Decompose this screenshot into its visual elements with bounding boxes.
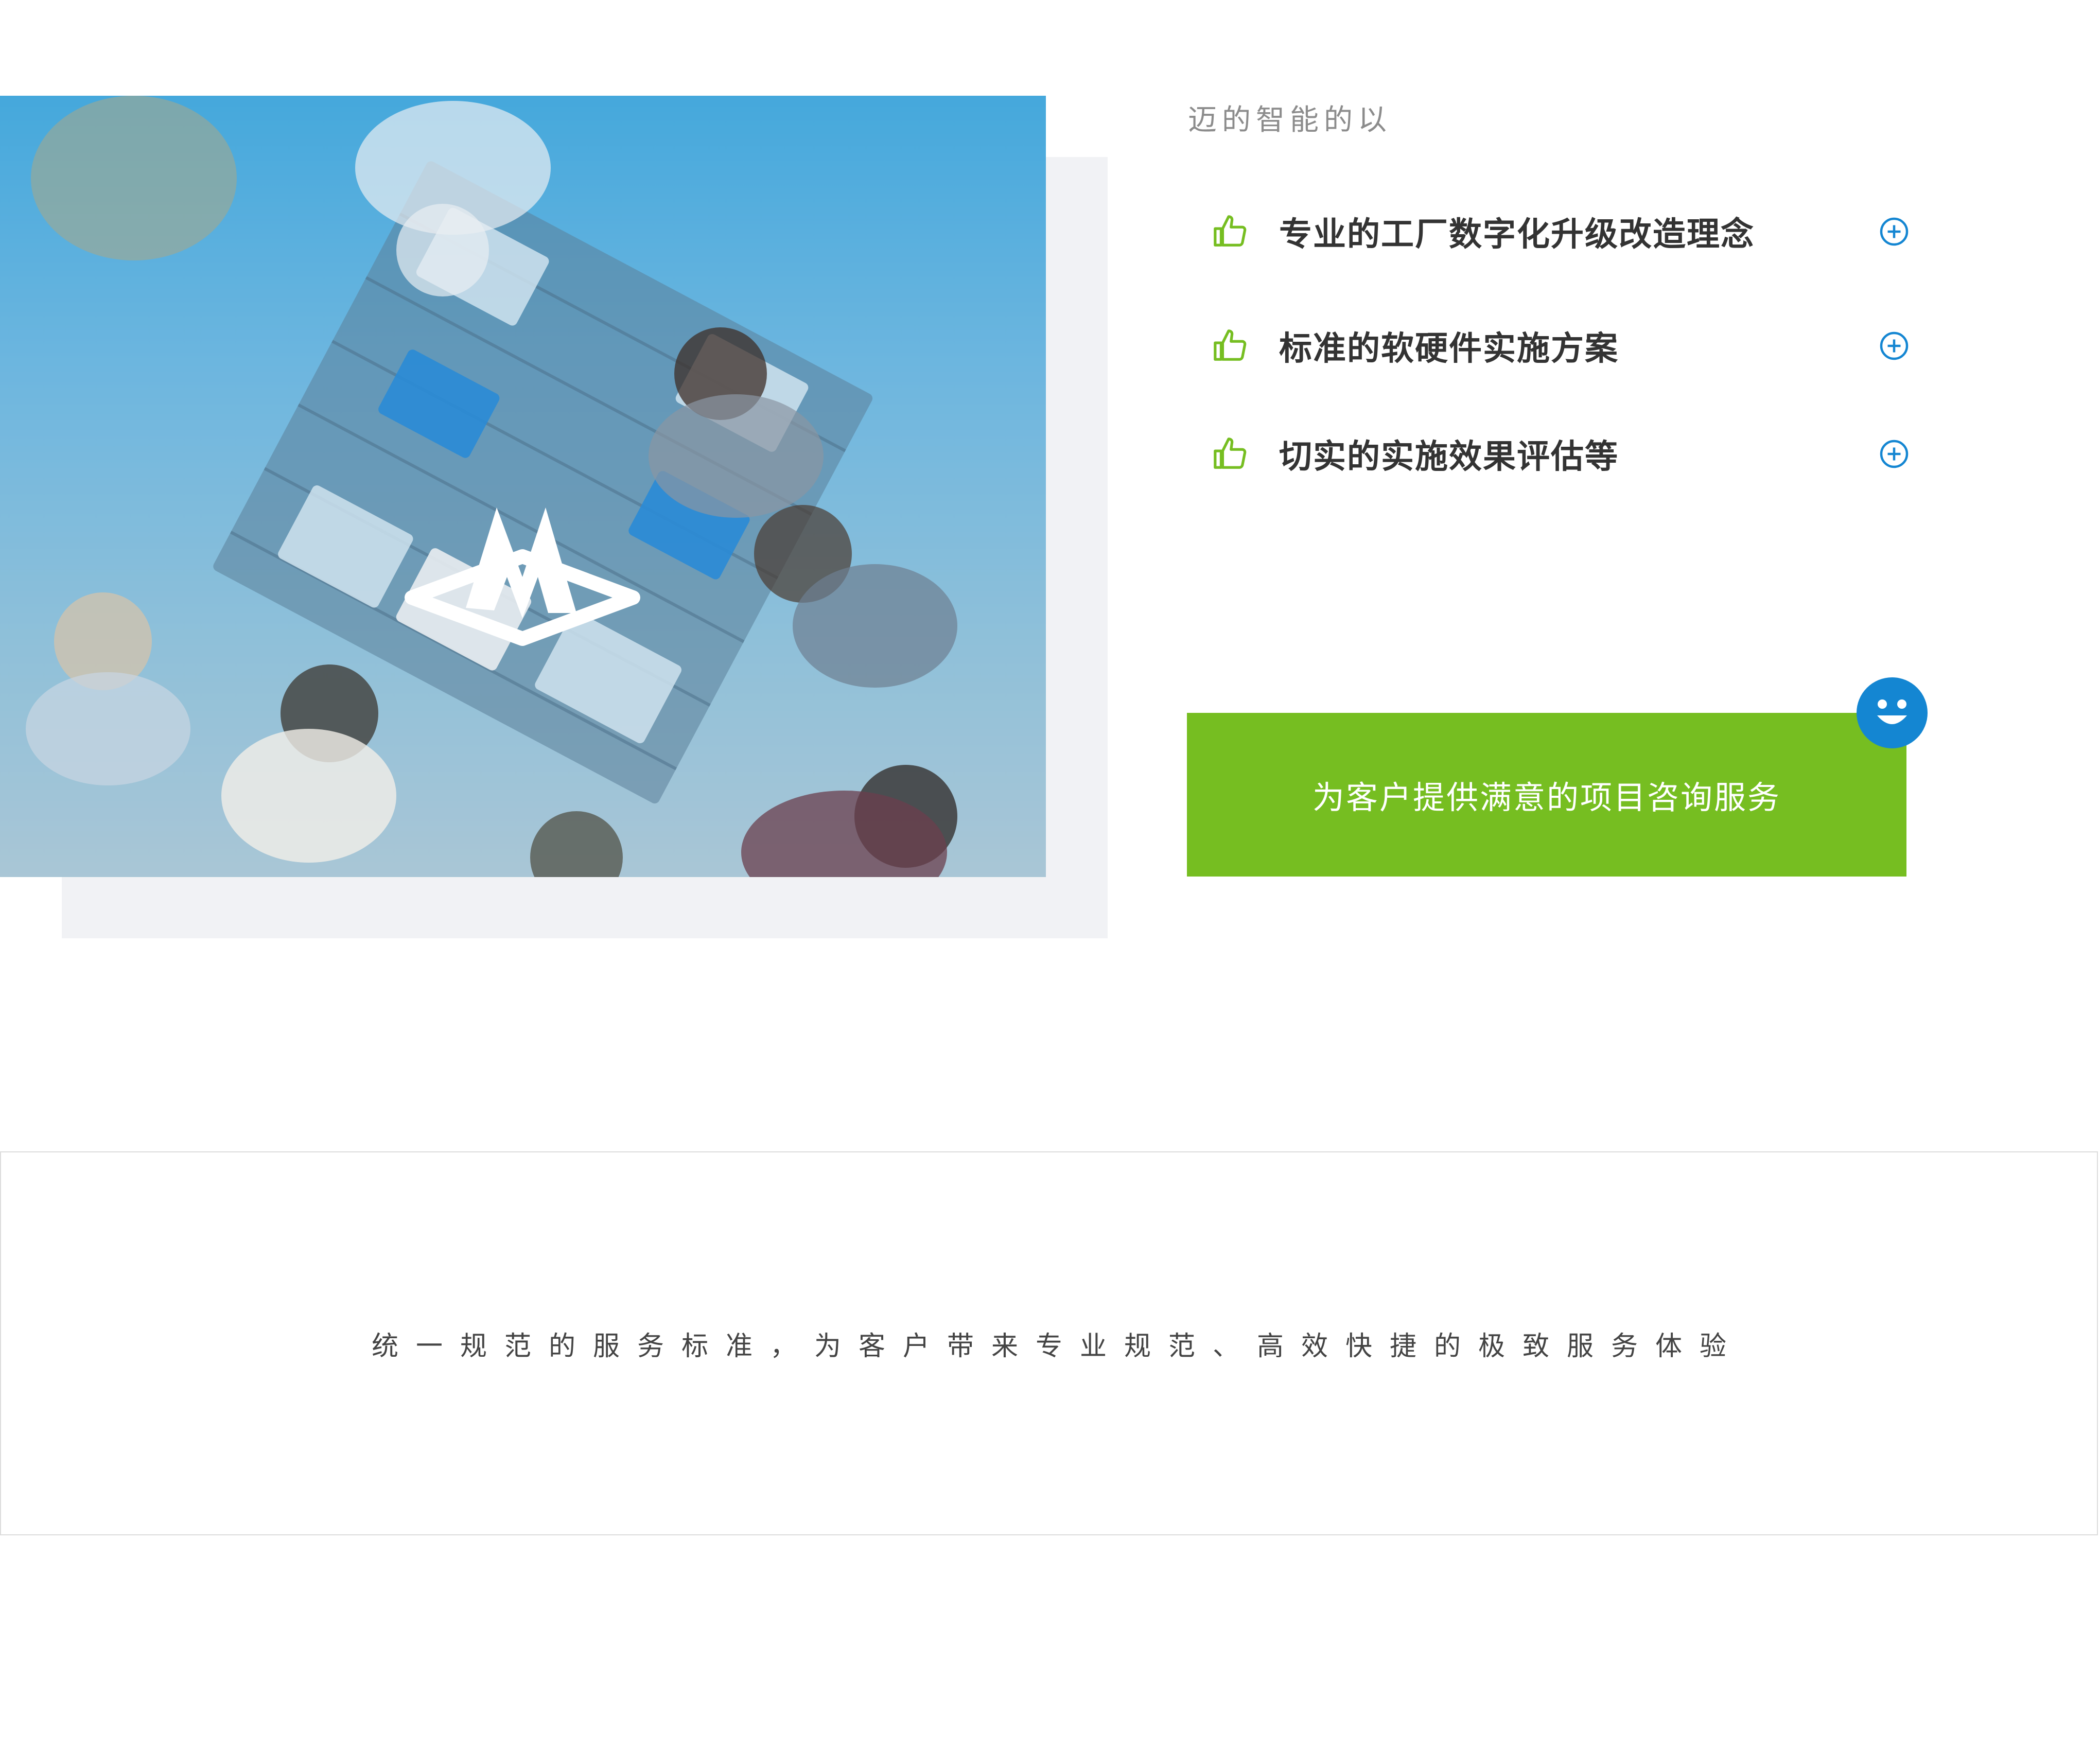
plus-circle-icon[interactable] bbox=[1879, 216, 1910, 247]
slogan-panel: 统一规范的服务标准，为客户带来专业规范、高效快捷的极致服务体验 bbox=[0, 1151, 2098, 1535]
slogan-text: 统一规范的服务标准，为客户带来专业规范、高效快捷的极致服务体验 bbox=[371, 1330, 1744, 1362]
feature-label: 专业的工厂数字化升级改造理念 bbox=[1279, 216, 1755, 254]
feature-label: 标准的软硬件实施方案 bbox=[1279, 330, 1619, 368]
team-meeting-illustration bbox=[26, 96, 957, 877]
smiley-icon bbox=[1857, 677, 1928, 748]
feature-item[interactable]: 专业的工厂数字化升级改造理念 bbox=[1212, 201, 1910, 262]
plus-circle-icon[interactable] bbox=[1879, 439, 1910, 469]
consulting-cta-button[interactable]: 为客户提供满意的项目咨询服务 bbox=[1187, 713, 1906, 877]
plus-circle-icon[interactable] bbox=[1879, 330, 1910, 361]
intro-text: 迈的智能的以 bbox=[1188, 103, 1392, 137]
thumbs-up-icon bbox=[1214, 437, 1247, 469]
thumbs-up-icon bbox=[1214, 215, 1247, 247]
team-meeting-photo bbox=[0, 96, 1046, 877]
feature-item[interactable]: 切实的实施效果评估等 bbox=[1212, 423, 1910, 485]
cta-label: 为客户提供满意的项目咨询服务 bbox=[1312, 779, 1781, 816]
feature-label: 切实的实施效果评估等 bbox=[1279, 438, 1619, 476]
smiley-face-graphic bbox=[1877, 699, 1907, 724]
feature-item[interactable]: 标准的软硬件实施方案 bbox=[1212, 315, 1910, 377]
thumbs-up-icon bbox=[1214, 329, 1247, 361]
